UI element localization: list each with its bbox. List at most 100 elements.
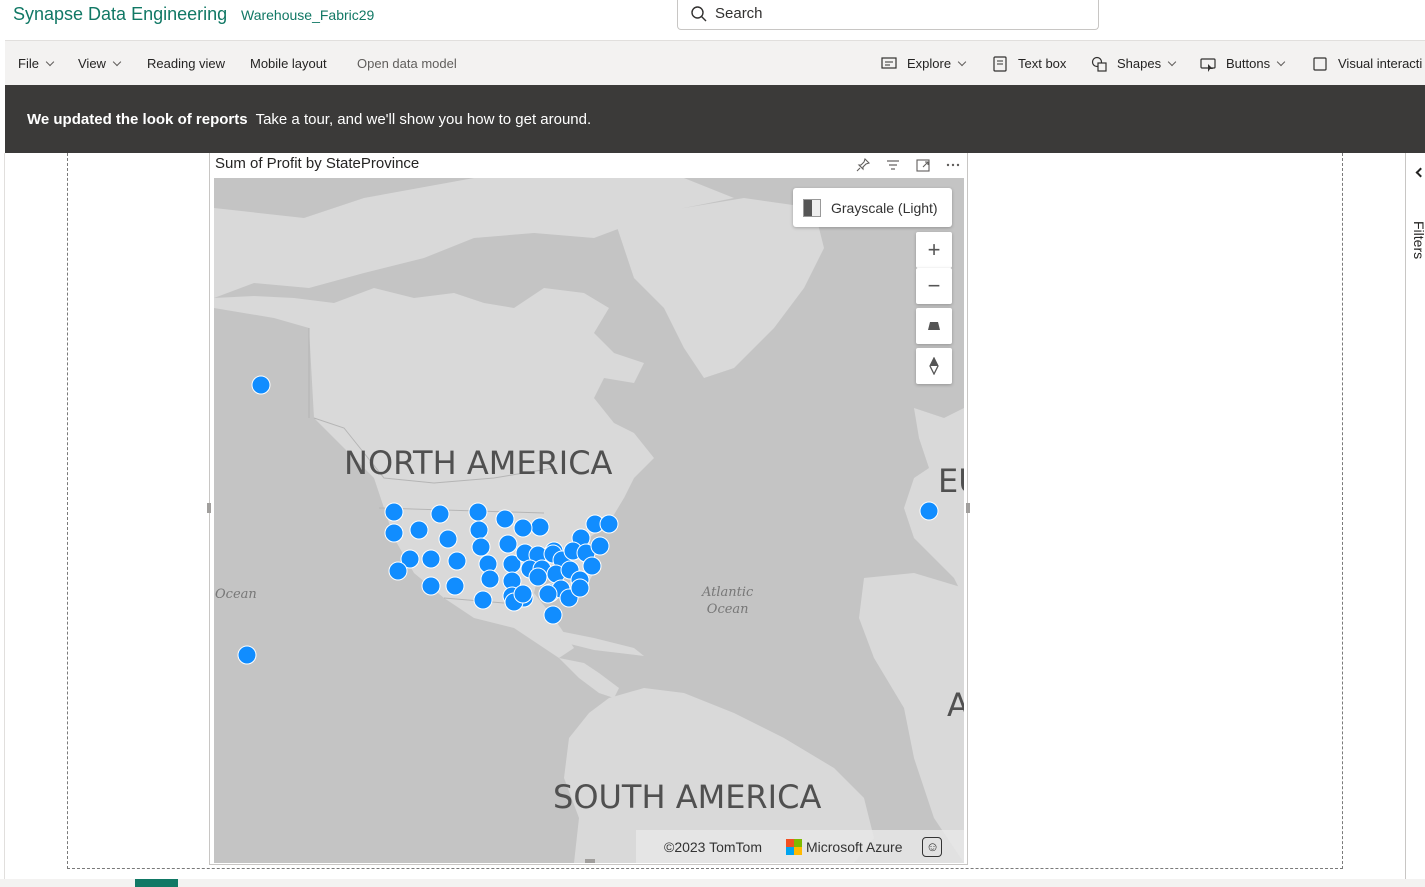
buttons-label: Buttons: [1226, 56, 1271, 71]
workspace-title[interactable]: Warehouse_Fabric29: [241, 7, 374, 23]
map-attribution: ©2023 TomTom Microsoft Azure ☺: [636, 830, 964, 863]
atlantic-ocean-label: Atlantic Ocean: [702, 585, 754, 617]
profit-bubble[interactable]: [919, 501, 939, 521]
profit-bubble[interactable]: [473, 590, 493, 610]
south-america-label: SOUTH AMERICA: [553, 778, 822, 816]
text-box-icon: [993, 55, 1007, 72]
resize-handle-right[interactable]: [966, 503, 970, 513]
profit-bubble[interactable]: [513, 584, 533, 604]
profit-bubble[interactable]: [570, 578, 590, 598]
explore-icon: [881, 56, 897, 69]
open-data-model-button[interactable]: Open data model: [357, 41, 457, 86]
pacific-ocean-label: Ocean: [215, 587, 257, 602]
pitch-button[interactable]: [916, 308, 952, 344]
profit-bubble[interactable]: [447, 551, 467, 571]
filters-pane-label[interactable]: Filters: [1411, 221, 1425, 259]
mobile-layout-button[interactable]: Mobile layout: [250, 41, 327, 86]
azure-attribution[interactable]: Microsoft Azure: [806, 839, 902, 855]
pitch-icon: [928, 322, 940, 330]
profit-bubble[interactable]: [409, 520, 429, 540]
explore-menu[interactable]: Explore: [880, 41, 967, 86]
report-canvas: Sum of Profit by StateProvince NORTH AME…: [0, 153, 1425, 887]
profit-bubble[interactable]: [468, 502, 488, 522]
profit-bubble[interactable]: [530, 517, 550, 537]
pin-icon[interactable]: [855, 157, 871, 173]
compass-icon: [929, 357, 939, 375]
profit-bubble[interactable]: [237, 645, 257, 665]
chevron-down-icon: [1167, 57, 1177, 66]
profit-bubble[interactable]: [430, 504, 450, 524]
text-box-button[interactable]: Text box: [991, 41, 1066, 86]
zoom-out-button[interactable]: −: [916, 268, 952, 304]
profit-bubble[interactable]: [590, 536, 610, 556]
profit-bubble[interactable]: [421, 549, 441, 569]
map-area[interactable]: NORTH AMERICA SOUTH AMERICA EU A Atlanti…: [214, 178, 964, 863]
banner-bold-text: We updated the look of reports: [27, 110, 248, 128]
buttons-menu[interactable]: Buttons: [1199, 41, 1286, 86]
open-data-model-label: Open data model: [357, 56, 457, 71]
visual-interactions-label: Visual interacti: [1338, 56, 1423, 71]
visual-interactions-icon: [1313, 56, 1327, 71]
profit-bubble[interactable]: [384, 523, 404, 543]
profit-bubble[interactable]: [438, 529, 458, 549]
map-style-picker[interactable]: Grayscale (Light): [793, 188, 952, 227]
active-page-tab[interactable]: [135, 879, 178, 887]
europe-label: EU: [938, 462, 964, 500]
profit-bubble[interactable]: [513, 518, 533, 538]
north-america-label: NORTH AMERICA: [344, 444, 613, 482]
tomtom-attribution[interactable]: ©2023 TomTom: [664, 839, 762, 855]
resize-handle-bottom[interactable]: [585, 859, 595, 863]
filter-icon[interactable]: [885, 157, 901, 173]
search-box[interactable]: Search: [677, 0, 1099, 30]
chevron-down-icon: [1276, 57, 1286, 66]
more-options-icon[interactable]: [945, 157, 961, 173]
mobile-layout-label: Mobile layout: [250, 56, 327, 71]
feedback-smiley-icon[interactable]: ☺: [922, 836, 943, 857]
profit-bubble[interactable]: [445, 576, 465, 596]
file-menu[interactable]: File: [18, 41, 55, 86]
zoom-in-button[interactable]: +: [916, 232, 952, 268]
visual-title: Sum of Profit by StateProvince: [215, 155, 420, 172]
resize-handle-left[interactable]: [207, 503, 211, 513]
chevron-down-icon: [45, 57, 55, 66]
view-menu[interactable]: View: [78, 41, 122, 86]
profit-bubble[interactable]: [388, 561, 408, 581]
focus-mode-icon[interactable]: [915, 157, 931, 173]
compass-button[interactable]: [916, 348, 952, 384]
file-menu-label: File: [18, 56, 39, 71]
map-style-label: Grayscale (Light): [831, 199, 938, 216]
filters-pane-collapsed[interactable]: [1405, 153, 1425, 887]
profit-bubble[interactable]: [384, 502, 404, 522]
profit-bubble[interactable]: [538, 584, 558, 604]
reading-view-label: Reading view: [147, 56, 226, 71]
page-tabs-bar: [0, 879, 1425, 887]
map-visual[interactable]: Sum of Profit by StateProvince NORTH AME…: [207, 153, 970, 865]
search-placeholder: Search: [715, 5, 763, 22]
profit-bubble[interactable]: [480, 569, 500, 589]
shapes-menu[interactable]: Shapes: [1090, 41, 1177, 86]
shapes-label: Shapes: [1117, 56, 1162, 71]
text-box-label: Text box: [1018, 56, 1067, 71]
profit-bubble[interactable]: [421, 576, 441, 596]
profit-bubble[interactable]: [582, 556, 602, 576]
profit-bubble[interactable]: [599, 514, 619, 534]
visual-interactions-button[interactable]: Visual interacti: [1311, 41, 1422, 86]
view-menu-label: View: [78, 56, 106, 71]
update-banner: We updated the look of reports Take a to…: [5, 85, 1425, 153]
chevron-down-icon: [957, 57, 967, 66]
ribbon-toolbar: File View Reading view Mobile layout Ope…: [5, 40, 1425, 85]
map-style-icon: [803, 198, 821, 217]
app-title[interactable]: Synapse Data Engineering: [13, 4, 227, 25]
banner-text[interactable]: Take a tour, and we'll show you how to g…: [256, 111, 592, 128]
microsoft-logo-icon: [786, 838, 802, 855]
minus-icon: −: [927, 273, 941, 298]
profit-bubble[interactable]: [543, 605, 563, 625]
shapes-icon: [1091, 56, 1107, 72]
chevron-down-icon: [112, 57, 122, 66]
buttons-icon: [1200, 57, 1216, 72]
profit-bubble[interactable]: [251, 375, 271, 395]
reading-view-button[interactable]: Reading view: [147, 41, 225, 86]
africa-label: A: [947, 686, 964, 724]
search-icon: [691, 6, 707, 22]
profit-bubble[interactable]: [495, 509, 515, 529]
